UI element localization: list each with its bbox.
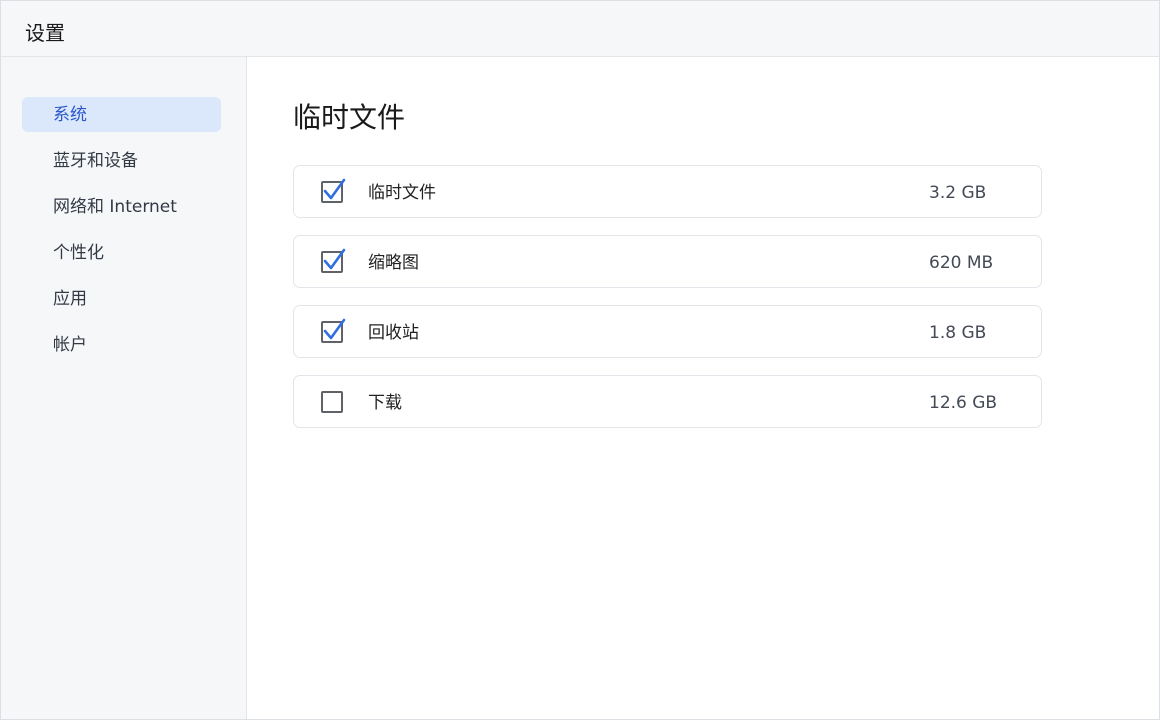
page-title: 临时文件 <box>293 101 406 134</box>
thumbnails-checkbox[interactable] <box>321 248 346 273</box>
sidebar-item-label: 系统 <box>53 105 87 125</box>
window-title: 设置 <box>25 21 65 45</box>
sidebar-item-label: 网络和 Internet <box>53 197 177 217</box>
checkmark-icon <box>323 248 346 270</box>
list-item-temp-files[interactable]: 临时文件 3.2 GB <box>293 165 1042 218</box>
list-item-downloads[interactable]: 下载 12.6 GB <box>293 375 1042 428</box>
recycle-bin-checkbox[interactable] <box>321 318 346 343</box>
checkmark-icon <box>323 318 346 340</box>
item-label: 回收站 <box>368 323 419 343</box>
sidebar-item-apps[interactable]: 应用 <box>22 281 221 316</box>
sidebar-item-bluetooth-devices[interactable]: 蓝牙和设备 <box>22 143 221 178</box>
sidebar-item-label: 蓝牙和设备 <box>53 151 138 171</box>
item-size: 620 MB <box>929 253 994 273</box>
sidebar-item-system[interactable]: 系统 <box>22 97 221 132</box>
sidebar-item-label: 个性化 <box>53 243 104 263</box>
checkmark-icon <box>323 178 346 200</box>
temp-files-checkbox[interactable] <box>321 178 346 203</box>
sidebar-item-label: 帐户 <box>53 335 87 355</box>
item-label: 缩略图 <box>368 253 419 273</box>
list-item-recycle-bin[interactable]: 回收站 1.8 GB <box>293 305 1042 358</box>
sidebar-item-personalization[interactable]: 个性化 <box>22 235 221 270</box>
downloads-checkbox[interactable] <box>321 391 343 413</box>
settings-window: 设置 系统 蓝牙和设备 网络和 Internet 个性化 应用 帐户 临时文件 <box>0 0 1160 720</box>
list-item-thumbnails[interactable]: 缩略图 620 MB <box>293 235 1042 288</box>
sidebar-item-network-internet[interactable]: 网络和 Internet <box>22 189 221 224</box>
item-size: 12.6 GB <box>929 393 998 413</box>
item-label: 临时文件 <box>368 183 436 203</box>
sidebar-item-label: 应用 <box>53 289 87 309</box>
main-content: 临时文件 临时文件 3.2 GB 缩略图 620 MB 回收站 1.8 GB 下… <box>247 57 1159 719</box>
item-label: 下载 <box>368 393 402 413</box>
item-size: 3.2 GB <box>929 183 987 203</box>
sidebar: 系统 蓝牙和设备 网络和 Internet 个性化 应用 帐户 <box>1 57 247 719</box>
title-bar: 设置 <box>1 1 1159 57</box>
item-size: 1.8 GB <box>929 323 987 343</box>
sidebar-item-accounts[interactable]: 帐户 <box>22 327 221 362</box>
